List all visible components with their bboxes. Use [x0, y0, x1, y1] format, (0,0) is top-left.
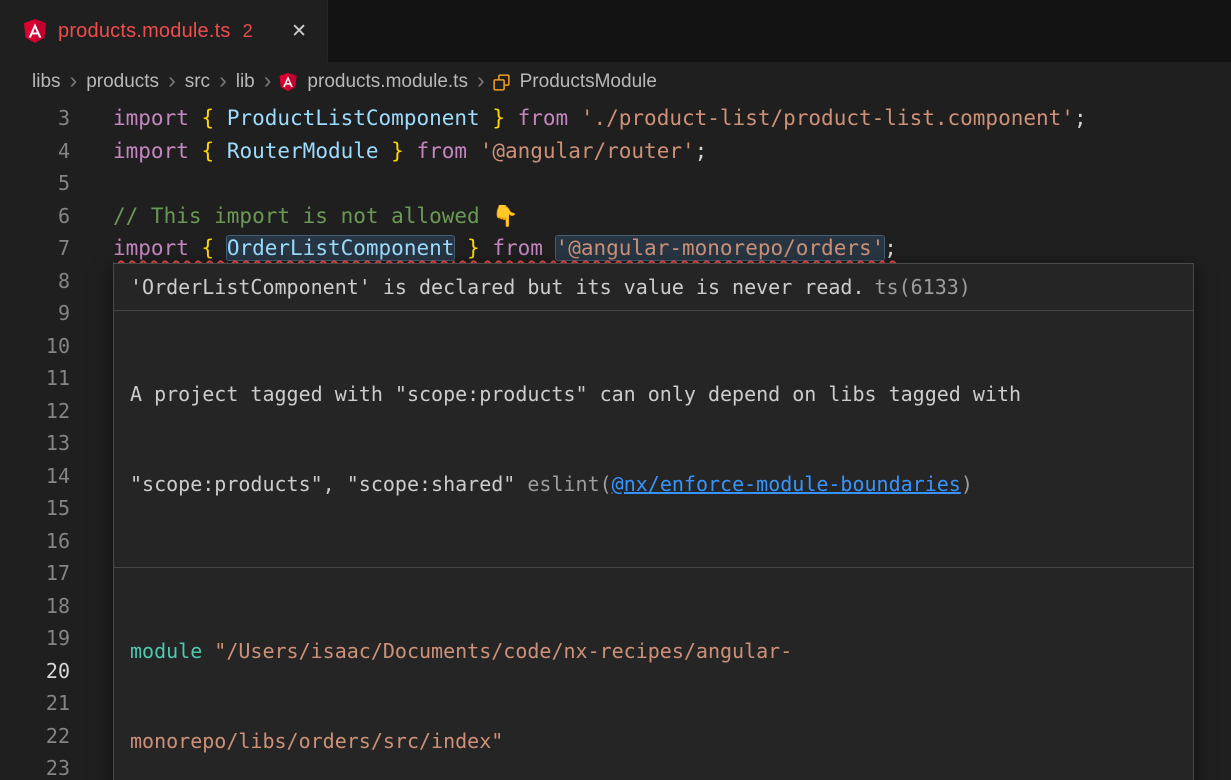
code-line-content[interactable]: import { OrderListComponent } from '@ang… — [113, 232, 1231, 265]
line-number: 20 — [0, 655, 70, 688]
code-token: } — [379, 139, 404, 163]
breadcrumb-item-libs[interactable]: libs — [30, 71, 63, 93]
code-line[interactable]: 3 import { ProductListComponent } from '.… — [0, 102, 1231, 135]
breadcrumb-item-lib[interactable]: lib — [234, 71, 257, 93]
code-token: import — [113, 139, 202, 163]
tab-title: products.module.ts — [58, 20, 231, 43]
module-path-line2: monorepo/libs/orders/src/index" — [130, 729, 503, 753]
code-token: '@angular-monorepo/orders' — [556, 236, 885, 260]
code-token: } — [480, 106, 505, 130]
module-keyword: module — [130, 639, 202, 663]
chevron-right-icon: › — [63, 67, 85, 97]
angular-icon — [278, 72, 298, 92]
code-token: from — [480, 236, 556, 260]
hover-eslint-error: A project tagged with "scope:products" c… — [114, 310, 1193, 567]
angular-icon — [22, 18, 48, 44]
code-token: { — [202, 106, 227, 130]
eslint-message-line1: A project tagged with "scope:products" c… — [130, 379, 1177, 409]
breadcrumb-item-products[interactable]: products — [84, 71, 161, 93]
chevron-right-icon: › — [257, 67, 279, 97]
breadcrumb: libs › products › src › lib › products.m… — [0, 62, 1231, 102]
line-number: 14 — [0, 460, 70, 493]
line-number: 19 — [0, 622, 70, 655]
code-token: '@angular/router' — [480, 139, 695, 163]
line-number: 16 — [0, 525, 70, 558]
ts-error-code: ts(6133) — [875, 275, 971, 299]
eslint-message-line2: "scope:products", "scope:shared" eslint(… — [130, 469, 1177, 499]
code-token: from — [505, 106, 581, 130]
code-token: 👇 — [492, 204, 518, 228]
code-line[interactable]: 6 // This import is not allowed 👇 — [0, 200, 1231, 233]
line-number: 11 — [0, 362, 70, 395]
chevron-right-icon: › — [161, 67, 183, 97]
breadcrumb-item-file[interactable]: products.module.ts — [278, 71, 470, 93]
line-number: 6 — [0, 200, 70, 233]
code-line-content[interactable] — [113, 167, 1231, 200]
code-token: RouterModule — [227, 139, 379, 163]
code-token: OrderListComponent — [227, 236, 455, 260]
hover-module-info: module "/Users/isaac/Documents/code/nx-r… — [114, 567, 1193, 780]
line-number: 12 — [0, 395, 70, 428]
line-number: 10 — [0, 330, 70, 363]
code-token: import — [113, 236, 202, 260]
symbol-class-icon — [492, 73, 511, 92]
breadcrumb-item-src[interactable]: src — [183, 71, 212, 93]
tab-bar: products.module.ts 2 ✕ — [0, 0, 1231, 62]
line-number: 21 — [0, 687, 70, 720]
code-line-content[interactable]: import { ProductListComponent } from './… — [113, 102, 1231, 135]
code-line-content[interactable]: import { RouterModule } from '@angular/r… — [113, 135, 1231, 168]
ts-error-message: 'OrderListComponent' is declared but its… — [130, 275, 865, 299]
line-number: 18 — [0, 590, 70, 623]
code-token: import — [113, 106, 202, 130]
tab-problems-badge: 2 — [243, 21, 253, 42]
error-hover-popup: 'OrderListComponent' is declared but its… — [113, 263, 1194, 780]
line-number: 3 — [0, 102, 70, 135]
line-number: 13 — [0, 427, 70, 460]
code-token: ; — [695, 139, 708, 163]
chevron-right-icon: › — [470, 67, 492, 97]
line-number: 22 — [0, 720, 70, 753]
tab-products-module[interactable]: products.module.ts 2 ✕ — [0, 0, 328, 62]
line-number: 7 — [0, 232, 70, 265]
close-icon[interactable]: ✕ — [287, 18, 311, 45]
code-token: // This import is not allowed — [113, 204, 492, 228]
eslint-rule-link[interactable]: @nx/enforce-module-boundaries — [612, 472, 961, 496]
code-line[interactable]: 4 import { RouterModule } from '@angular/… — [0, 135, 1231, 168]
line-number: 9 — [0, 297, 70, 330]
line-number: 8 — [0, 265, 70, 298]
code-line[interactable]: 5 — [0, 167, 1231, 200]
code-line-content[interactable]: // This import is not allowed 👇 — [113, 200, 1231, 233]
line-number: 17 — [0, 557, 70, 590]
line-number: 4 — [0, 135, 70, 168]
chevron-right-icon: › — [212, 67, 234, 97]
code-token: { — [202, 139, 227, 163]
code-token: } — [454, 236, 479, 260]
code-token: { — [202, 236, 227, 260]
line-number: 23 — [0, 752, 70, 780]
code-token: './product-list/product-list.component' — [581, 106, 1074, 130]
line-number: 5 — [0, 167, 70, 200]
code-token: from — [404, 139, 480, 163]
code-line[interactable]: 7 import { OrderListComponent } from '@an… — [0, 232, 1231, 265]
line-number: 15 — [0, 492, 70, 525]
code-token: ; — [884, 236, 897, 260]
error-squiggle: import { OrderListComponent } from '@ang… — [113, 236, 897, 260]
breadcrumb-item-symbol[interactable]: ProductsModule — [492, 71, 659, 93]
code-token: ProductListComponent — [227, 106, 480, 130]
hover-ts-error: 'OrderListComponent' is declared but its… — [114, 264, 1193, 310]
module-path-line1: "/Users/isaac/Documents/code/nx-recipes/… — [202, 639, 792, 663]
code-token: ; — [1074, 106, 1087, 130]
